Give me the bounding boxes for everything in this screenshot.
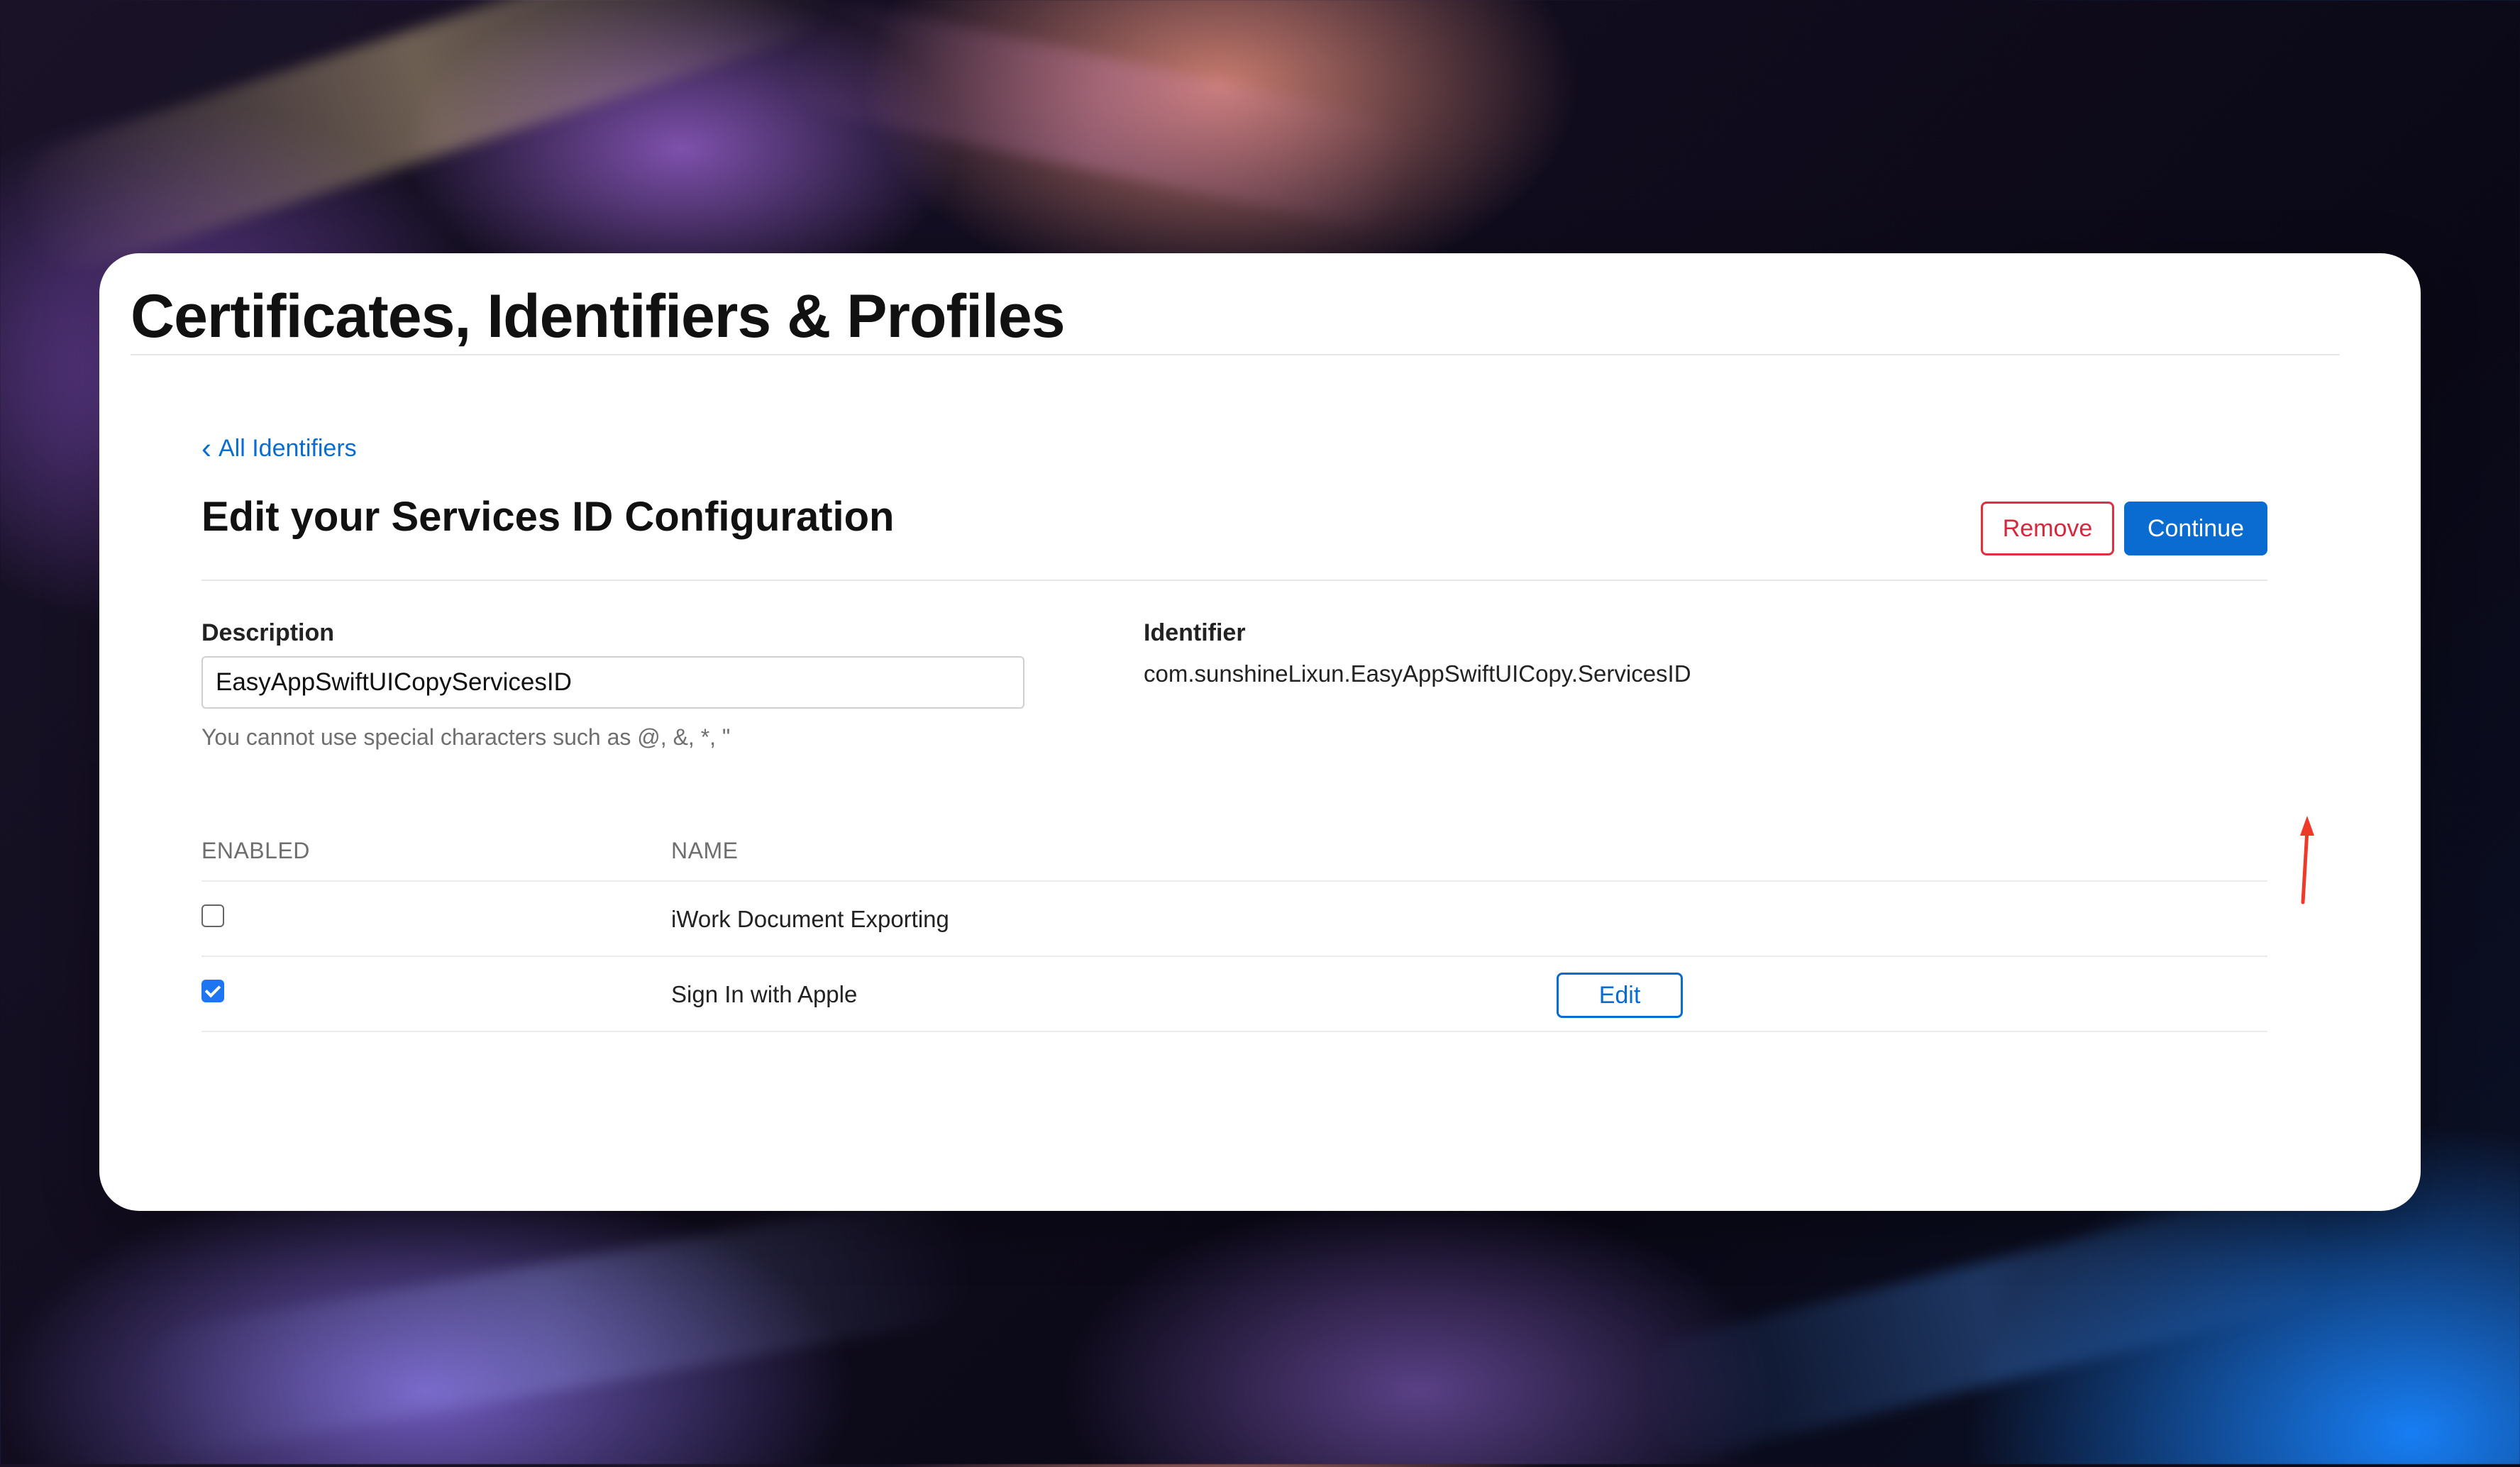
title-divider [131, 354, 2340, 355]
edit-button[interactable]: Edit [1557, 973, 1683, 1018]
identifier-value: com.sunshineLixun.EasyAppSwiftUICopy.Ser… [1144, 660, 1691, 687]
description-label: Description [201, 619, 335, 646]
description-help-text: You cannot use special characters such a… [201, 724, 731, 750]
identifier-label: Identifier [1144, 619, 1246, 646]
table-row: iWork Document Exporting [201, 880, 2267, 956]
description-input[interactable] [201, 656, 1024, 709]
wallpaper-highlight [775, 0, 1424, 236]
enabled-checkbox[interactable] [201, 904, 224, 927]
section-divider [201, 580, 2267, 581]
table-row: Sign In with Apple Edit [201, 956, 2267, 1031]
wallpaper-highlight [1, 0, 851, 285]
table-divider [201, 1031, 2267, 1032]
enabled-checkbox[interactable] [201, 980, 224, 1002]
back-link-label: All Identifiers [219, 435, 357, 462]
enabled-column-header: ENABLED [201, 838, 310, 863]
page-title: Certificates, Identifiers & Profiles [131, 282, 1066, 350]
chevron-left-icon: ‹ [201, 431, 211, 465]
capability-name: iWork Document Exporting [671, 906, 949, 932]
services-id-card: Certificates, Identifiers & Profiles ‹ A… [99, 253, 2421, 1211]
remove-button[interactable]: Remove [1981, 502, 2114, 555]
configuration-heading: Edit your Services ID Configuration [201, 494, 895, 540]
annotation-arrow-icon [2300, 816, 2314, 904]
wallpaper-highlight [1628, 1178, 2345, 1467]
capability-name: Sign In with Apple [671, 981, 858, 1007]
name-column-header: NAME [671, 838, 739, 863]
back-link-all-identifiers[interactable]: ‹ All Identifiers [201, 431, 357, 465]
wallpaper-highlight [123, 1190, 984, 1463]
continue-button[interactable]: Continue [2124, 502, 2267, 555]
